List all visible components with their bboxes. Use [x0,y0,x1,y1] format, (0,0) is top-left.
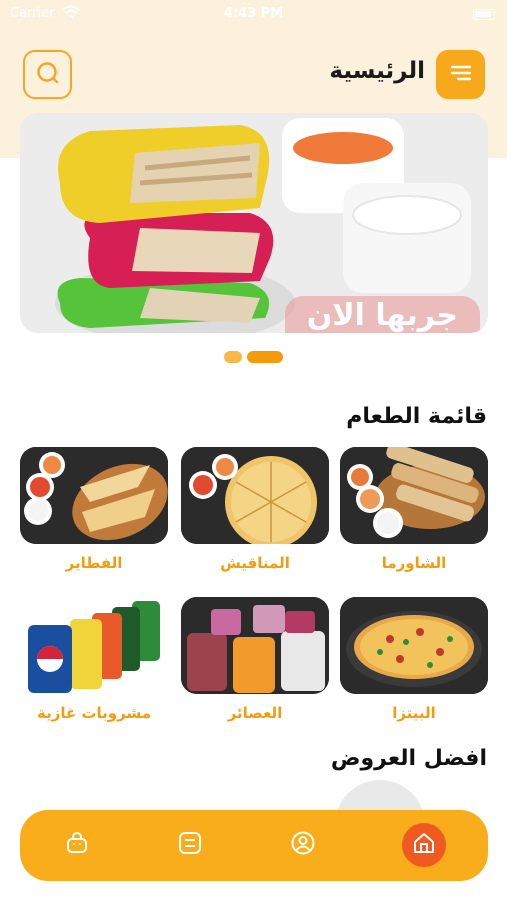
carousel-dot-active[interactable] [247,351,283,363]
menu-item-pizza[interactable]: البيتزا [340,597,488,722]
menu-item-juices[interactable]: العصائر [181,597,329,722]
menu-item-label: العصائر [227,704,283,722]
nav-profile[interactable] [281,823,325,867]
menu-icon [450,64,472,86]
menu-item-label: البيتزا [392,704,436,722]
nav-home[interactable] [402,823,446,867]
home-icon [411,830,437,860]
battery-icon [473,9,495,20]
fatayer-image [20,447,168,544]
menu-item-label: الفطاير [65,554,123,572]
promo-banner[interactable]: جربها الان [20,113,488,333]
soft-drinks-image [20,597,168,694]
shawarma-image [340,447,488,544]
carousel-indicator [224,351,283,363]
page-title: الرئيسية [329,58,425,84]
list-icon [177,830,203,860]
menu-item-shawarma[interactable]: الشاورما [340,447,488,572]
menu-item-label: المناقيش [220,554,290,572]
menu-item-manakish[interactable]: المناقيش [181,447,329,572]
bag-icon [64,830,90,860]
search-button[interactable] [23,50,72,99]
status-bar: Carrier 4:43 PM [0,0,507,30]
menu-item-label: الشاورما [381,554,447,572]
offers-section-title: افضل العروض [330,746,487,771]
menu-item-soft-drinks[interactable]: مشروبات غازية [20,597,168,722]
menu-item-label: مشروبات غازية [36,704,151,722]
profile-icon [290,830,316,860]
menu-button[interactable] [436,50,485,99]
bottom-navigation [20,810,488,881]
juices-image [181,597,329,694]
banner-cta[interactable]: جربها الان [284,296,480,333]
manakish-image [181,447,329,544]
menu-item-fatayer[interactable]: الفطاير [20,447,168,572]
carousel-dot[interactable] [224,351,242,363]
status-time: 4:43 PM [223,6,284,21]
pizza-image [340,597,488,694]
nav-list[interactable] [168,823,212,867]
menu-section-title: قائمة الطعام [346,404,487,429]
nav-cart[interactable] [55,823,99,867]
search-icon [35,60,61,90]
